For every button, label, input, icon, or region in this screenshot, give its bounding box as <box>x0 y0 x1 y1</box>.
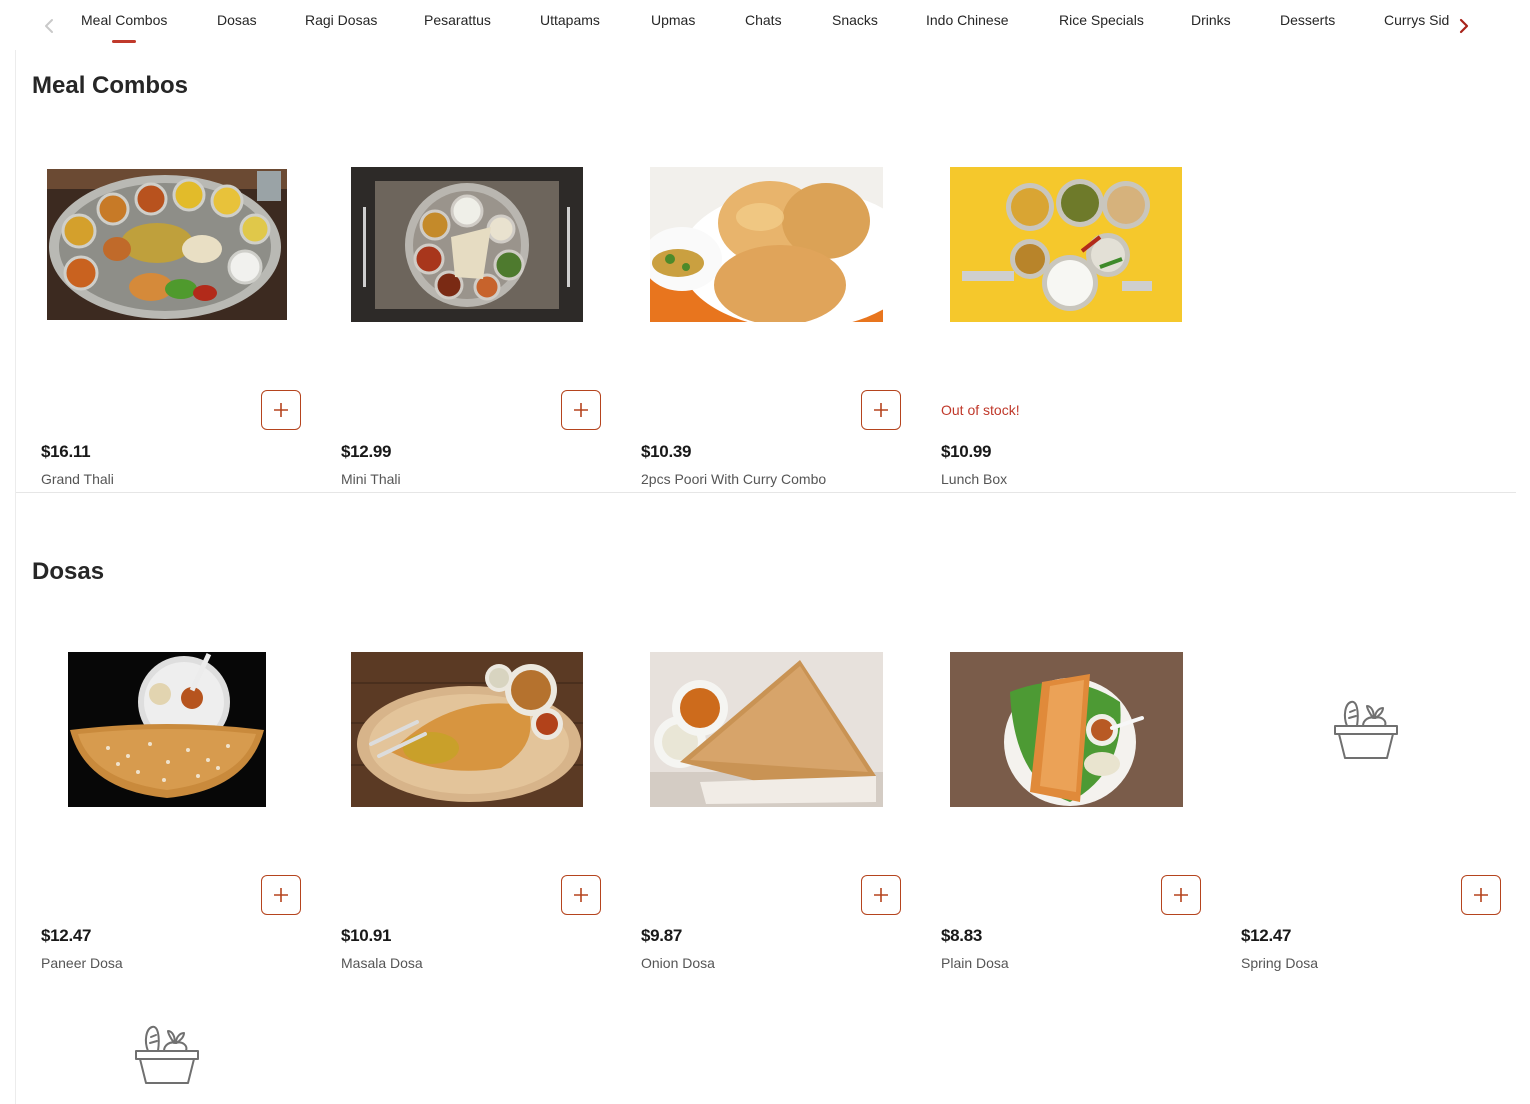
add-to-cart-button[interactable] <box>261 875 301 915</box>
tab-rice-specials[interactable]: Rice Specials <box>1059 0 1144 44</box>
item-name: Lunch Box <box>941 471 1008 487</box>
tab-chats[interactable]: Chats <box>745 0 782 44</box>
poori-photo <box>650 167 883 322</box>
tab-drinks[interactable]: Drinks <box>1191 0 1231 44</box>
plus-icon <box>1174 888 1188 902</box>
menu-item-spring-dosa[interactable]: $12.47 Spring Dosa <box>1221 650 1501 971</box>
tab-ragi-dosas[interactable]: Ragi Dosas <box>305 0 377 44</box>
section-divider <box>16 492 1516 493</box>
item-name: Onion Dosa <box>641 955 715 971</box>
menu-item-mini-thali[interactable]: $12.99 Mini Thali <box>321 165 601 487</box>
add-to-cart-button[interactable] <box>261 390 301 430</box>
item-price: $9.87 <box>641 926 683 945</box>
item-name: Grand Thali <box>41 471 114 487</box>
item-price: $12.99 <box>341 442 392 461</box>
item-price: $8.83 <box>941 926 983 945</box>
tab-indo-chinese[interactable]: Indo Chinese <box>926 0 1009 44</box>
item-price: $12.47 <box>41 926 92 945</box>
section-title-meal-combos: Meal Combos <box>32 72 189 99</box>
add-to-cart-button[interactable] <box>861 875 901 915</box>
item-name: Mini Thali <box>341 471 401 487</box>
plus-icon <box>874 888 888 902</box>
menu-item-masala-dosa[interactable]: $10.91 Masala Dosa <box>321 650 601 971</box>
plus-icon <box>1474 888 1488 902</box>
out-of-stock-label: Out of stock! <box>941 402 1020 418</box>
item-price: $10.91 <box>341 926 392 945</box>
menu-item-lunch-box[interactable]: Out of stock! $10.99 Lunch Box <box>921 165 1201 487</box>
menu-item-onion-dosa[interactable]: $9.87 Onion Dosa <box>621 650 901 971</box>
tab-currys-sides[interactable]: Currys Sides <box>1384 0 1450 44</box>
menu-item-plain-dosa[interactable]: $8.83 Plain Dosa <box>921 650 1201 971</box>
plus-icon <box>274 888 288 902</box>
item-price: $12.47 <box>1241 926 1292 945</box>
plain-dosa-photo <box>950 652 1183 807</box>
item-price: $16.11 <box>41 442 91 461</box>
item-price: $10.39 <box>641 442 692 461</box>
menu-item-grand-thali[interactable]: $16.11 Grand Thali <box>21 165 301 487</box>
chevron-right-icon[interactable] <box>1451 12 1477 40</box>
thali-photo <box>47 169 287 320</box>
tab-meal-combos[interactable]: Meal Combos <box>81 0 167 44</box>
mini-thali-photo <box>351 167 583 322</box>
item-price: $10.99 <box>941 442 992 461</box>
plus-icon <box>574 888 588 902</box>
grocery-basket-icon <box>1333 698 1399 760</box>
menu-item-poori-combo[interactable]: $10.39 2pcs Poori With Curry Combo <box>621 165 901 487</box>
plus-icon <box>574 403 588 417</box>
tab-uttapams[interactable]: Uttapams <box>540 0 600 44</box>
plus-icon <box>874 403 888 417</box>
masala-dosa-photo <box>351 652 583 807</box>
plus-icon <box>274 403 288 417</box>
menu-item-partial[interactable] <box>21 974 301 1104</box>
add-to-cart-button[interactable] <box>561 390 601 430</box>
add-to-cart-button[interactable] <box>561 875 601 915</box>
section-title-dosas: Dosas <box>32 558 105 585</box>
category-tab-bar: Meal Combos Dosas Ragi Dosas Pesarattus … <box>0 0 1530 50</box>
chevron-left-icon[interactable] <box>36 12 62 40</box>
tabs-scroller: Meal Combos Dosas Ragi Dosas Pesarattus … <box>60 0 1450 50</box>
add-to-cart-button[interactable] <box>861 390 901 430</box>
item-name: Spring Dosa <box>1241 955 1319 971</box>
grocery-basket-icon <box>134 1023 200 1085</box>
lunch-box-photo <box>950 167 1182 322</box>
item-name: Paneer Dosa <box>41 955 123 971</box>
menu-content: Meal Combos $16.11 Grand Thali $12.99 Mi… <box>15 50 1516 1104</box>
tab-snacks[interactable]: Snacks <box>832 0 878 44</box>
item-name: 2pcs Poori With Curry Combo <box>641 471 827 487</box>
item-name: Plain Dosa <box>941 955 1009 971</box>
add-to-cart-button[interactable] <box>1461 875 1501 915</box>
onion-dosa-photo <box>650 652 883 807</box>
tab-pesarattus[interactable]: Pesarattus <box>424 0 491 44</box>
paneer-dosa-photo <box>68 652 266 807</box>
tab-dosas[interactable]: Dosas <box>217 0 257 44</box>
add-to-cart-button[interactable] <box>1161 875 1201 915</box>
tab-desserts[interactable]: Desserts <box>1280 0 1335 44</box>
menu-item-paneer-dosa[interactable]: $12.47 Paneer Dosa <box>21 650 301 971</box>
tab-upmas[interactable]: Upmas <box>651 0 695 44</box>
item-name: Masala Dosa <box>341 955 423 971</box>
